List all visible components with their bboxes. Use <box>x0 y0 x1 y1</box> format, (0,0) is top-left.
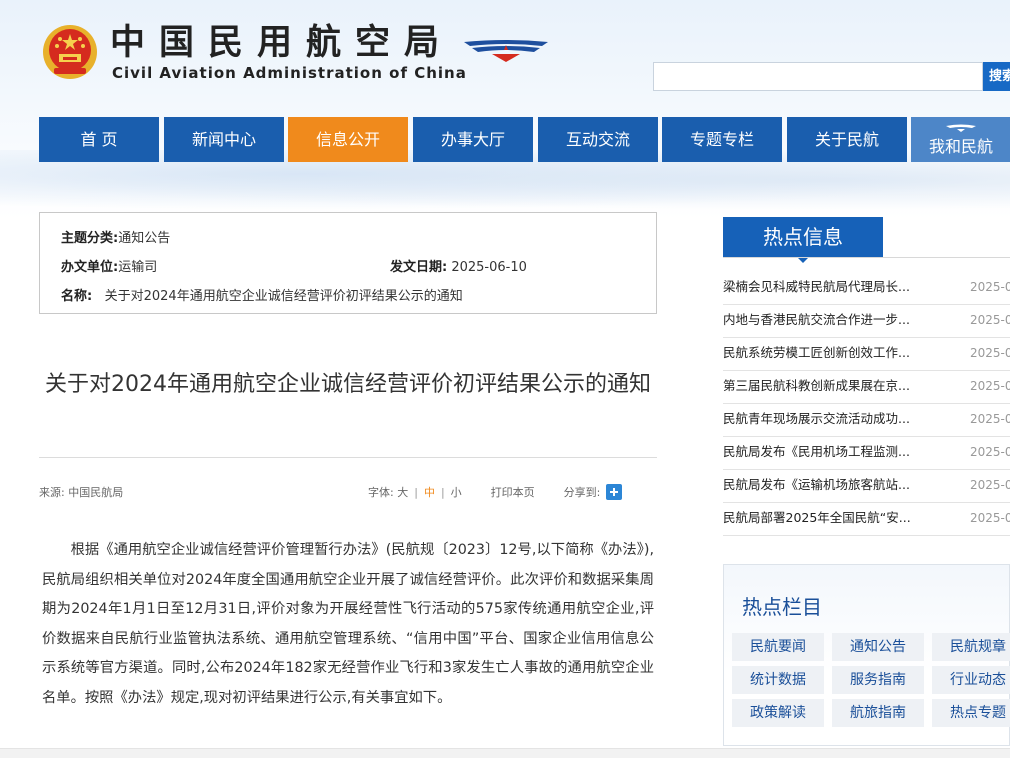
meta-date-value: 2025-06-10 <box>451 260 527 275</box>
news-title[interactable]: 民航系统劳模工匠创新创效工作... <box>723 338 963 368</box>
news-title[interactable]: 第三届民航科教创新成果展在京... <box>723 371 963 401</box>
article-body: 根据《通用航空企业诚信经营评价管理暂行办法》(民航规〔2023〕12号,以下简称… <box>42 542 654 706</box>
list-item[interactable]: 民航局发布《运输机场旅客航站... 2025-0 <box>723 470 1010 503</box>
bottom-scroll-strip <box>0 748 1010 758</box>
sep: | <box>440 486 445 499</box>
caac-wing-logo-icon <box>464 40 548 62</box>
news-date: 2025-0 <box>970 445 1010 459</box>
font-size-medium[interactable]: 中 <box>424 486 435 499</box>
column-link[interactable]: 政策解读 <box>732 699 824 727</box>
list-item[interactable]: 内地与香港民航交流合作进一步... 2025-0 <box>723 305 1010 338</box>
column-link[interactable]: 统计数据 <box>732 666 824 694</box>
news-title[interactable]: 梁楠会见科威特民航局代理局长... <box>723 272 963 302</box>
meta-name-value: 关于对2024年通用航空企业诚信经营评价初评结果公示的通知 <box>104 289 463 304</box>
nav-interaction[interactable]: 互动交流 <box>538 117 658 162</box>
news-title[interactable]: 民航青年现场展示交流活动成功... <box>723 404 963 434</box>
nav-news-center[interactable]: 新闻中心 <box>164 117 284 162</box>
news-title[interactable]: 民航局发布《运输机场旅客航站... <box>723 470 963 500</box>
meta-unit-label: 办文单位: <box>61 260 119 275</box>
hot-info-title[interactable]: 热点信息 <box>723 217 883 263</box>
meta-date: 发文日期: 2025-06-10 <box>390 256 527 275</box>
share-label: 分享到: <box>563 486 601 499</box>
column-link[interactable]: 通知公告 <box>832 633 924 661</box>
hot-info-list: 梁楠会见科威特民航局代理局长... 2025-0 内地与香港民航交流合作进一步..… <box>723 272 1010 536</box>
meta-category-label: 主题分类: <box>61 231 119 246</box>
news-date: 2025-0 <box>970 511 1010 525</box>
plane-icon <box>946 124 976 132</box>
news-date: 2025-0 <box>970 379 1010 393</box>
meta-name: 名称: 关于对2024年通用航空企业诚信经营评价初评结果公示的通知 <box>61 285 463 304</box>
news-date: 2025-0 <box>970 478 1010 492</box>
news-title[interactable]: 民航局发布《民用机场工程监测... <box>723 437 963 467</box>
meta-unit: 办文单位:运输司 <box>61 256 157 275</box>
column-link[interactable]: 航旅指南 <box>832 699 924 727</box>
nav-me-and-caac-label: 我和民航 <box>928 137 993 156</box>
share-plus-icon[interactable] <box>606 484 623 500</box>
news-title[interactable]: 内地与香港民航交流合作进一步... <box>723 305 963 335</box>
meta-date-label: 发文日期: <box>390 260 448 275</box>
list-item[interactable]: 梁楠会见科威特民航局代理局长... 2025-0 <box>723 272 1010 305</box>
column-link[interactable]: 服务指南 <box>832 666 924 694</box>
news-date: 2025-0 <box>970 280 1010 294</box>
meta-category-value: 通知公告 <box>118 231 171 246</box>
column-link[interactable]: 热点专题 <box>932 699 1010 727</box>
nav-home[interactable]: 首 页 <box>39 117 159 162</box>
search-button[interactable]: 搜索 <box>983 62 1010 91</box>
news-date: 2025-0 <box>970 346 1010 360</box>
nav-special-topics[interactable]: 专题专栏 <box>662 117 782 162</box>
site-title-english[interactable]: Civil Aviation Administration of China <box>112 64 467 82</box>
hot-info-underline <box>723 257 1010 258</box>
meta-category: 主题分类:通知公告 <box>61 227 170 246</box>
nav-me-and-caac[interactable]: 我和民航 <box>911 117 1010 162</box>
news-date: 2025-0 <box>970 313 1010 327</box>
column-link[interactable]: 行业动态 <box>932 666 1010 694</box>
nav-info-disclosure[interactable]: 信息公开 <box>288 117 408 162</box>
article-source: 来源: 中国民航局 <box>39 486 124 499</box>
list-item[interactable]: 民航局发布《民用机场工程监测... 2025-0 <box>723 437 1010 470</box>
column-link[interactable]: 民航规章 <box>932 633 1010 661</box>
list-item[interactable]: 民航局部署2025年全国民航“安... 2025-0 <box>723 503 1010 536</box>
article-tools: 字体: 大 | 中 | 小 打印本页 分享到: <box>368 484 623 500</box>
print-link[interactable]: 打印本页 <box>491 486 535 499</box>
news-date: 2025-0 <box>970 412 1010 426</box>
meta-unit-value: 运输司 <box>118 260 158 275</box>
news-title[interactable]: 民航局部署2025年全国民航“安... <box>723 503 963 533</box>
list-item[interactable]: 第三届民航科教创新成果展在京... 2025-0 <box>723 371 1010 404</box>
search-input[interactable] <box>653 62 983 91</box>
font-size-small[interactable]: 小 <box>451 486 462 499</box>
document-meta-box: 主题分类:通知公告 办文单位:运输司 发文日期: 2025-06-10 名称: … <box>39 212 657 314</box>
article-title: 关于对2024年通用航空企业诚信经营评价初评结果公示的通知 <box>45 372 651 397</box>
hot-columns-title: 热点栏目 <box>742 595 822 619</box>
nav-about[interactable]: 关于民航 <box>787 117 907 162</box>
list-item[interactable]: 民航系统劳模工匠创新创效工作... 2025-0 <box>723 338 1010 371</box>
font-size-large[interactable]: 大 <box>397 486 408 499</box>
nav-service-hall[interactable]: 办事大厅 <box>413 117 533 162</box>
national-emblem-icon[interactable] <box>40 22 100 82</box>
column-link[interactable]: 民航要闻 <box>732 633 824 661</box>
font-size-label: 字体: <box>368 486 394 499</box>
hot-columns-panel: 热点栏目 民航要闻 通知公告 民航规章 统计数据 服务指南 行业动态 政策解读 … <box>723 564 1010 746</box>
title-divider <box>39 457 657 458</box>
site-title[interactable]: 中国民用航空局 <box>110 22 453 64</box>
list-item[interactable]: 民航青年现场展示交流活动成功... 2025-0 <box>723 404 1010 437</box>
meta-name-label: 名称: <box>61 289 93 304</box>
sep: | <box>414 486 418 499</box>
